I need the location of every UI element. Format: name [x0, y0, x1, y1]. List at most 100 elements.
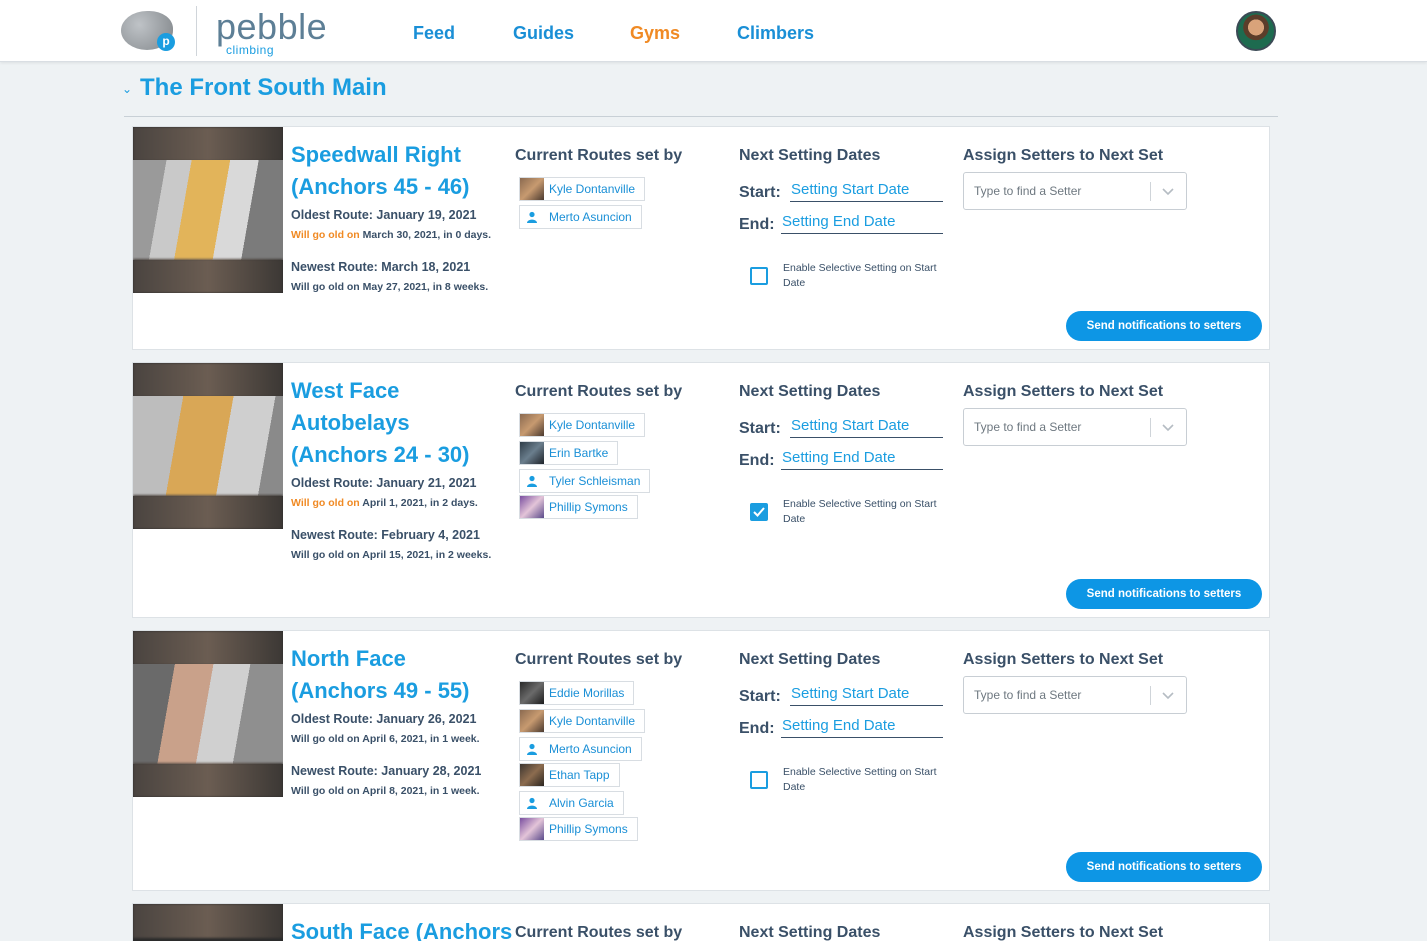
setter-chip[interactable]: Erin Bartke: [519, 441, 619, 465]
current-routes-heading: Current Routes set by: [515, 147, 683, 164]
wall-photo: [133, 363, 283, 529]
person-icon: [520, 206, 544, 228]
gym-header-divider: [124, 116, 1278, 117]
newest-route: Newest Route: January 28, 2021: [291, 764, 482, 778]
next-dates-heading: Next Setting Dates: [739, 651, 881, 668]
setter-photo: [520, 414, 544, 436]
wall-card: Speedwall Right (Anchors 45 - 46) Oldest…: [132, 126, 1270, 350]
start-label: Start:: [739, 184, 781, 201]
wall-name[interactable]: North Face (Anchors 49 - 55): [291, 643, 506, 707]
oldest-route: Oldest Route: January 26, 2021: [291, 712, 477, 726]
setter-search-input[interactable]: [974, 409, 1144, 445]
send-notifications-button[interactable]: Send notifications to setters: [1066, 852, 1262, 882]
wall-photo: [133, 127, 283, 293]
oldest-route-expiry-date: April 1, 2021, in 2 days.: [362, 497, 478, 509]
selective-setting-checkbox[interactable]: [750, 503, 768, 521]
assign-setters-heading: Assign Setters to Next Set: [963, 651, 1164, 668]
end-label: End:: [739, 216, 775, 233]
setter-chip[interactable]: Phillip Symons: [519, 495, 638, 519]
selective-setting-checkbox[interactable]: [750, 267, 768, 285]
person-icon: [520, 470, 544, 492]
current-routes-heading: Current Routes set by: [515, 924, 683, 941]
setter-search-select[interactable]: [963, 676, 1187, 714]
start-date-input[interactable]: [790, 178, 943, 202]
setter-chip[interactable]: Eddie Morillas: [519, 681, 635, 705]
setter-chip[interactable]: Kyle Dontanville: [519, 413, 646, 437]
setter-search-select[interactable]: [963, 408, 1187, 446]
wall-card: North Face (Anchors 49 - 55) Oldest Rout…: [132, 630, 1270, 891]
setter-chip[interactable]: Phillip Symons: [519, 817, 638, 841]
pebble-logo-icon[interactable]: p: [121, 11, 175, 51]
oldest-route-expiry-date: March 30, 2021, in 0 days.: [362, 229, 492, 241]
wall-name[interactable]: Speedwall Right (Anchors 45 - 46): [291, 139, 506, 203]
current-routes-heading: Current Routes set by: [515, 651, 683, 668]
top-navigation-bar: p pebble climbing Feed Guides Gyms Climb…: [0, 0, 1427, 62]
setter-photo: [520, 818, 544, 840]
start-date-input[interactable]: [790, 682, 943, 706]
select-separator: [1150, 418, 1151, 437]
setter-chip[interactable]: Kyle Dontanville: [519, 709, 646, 733]
checkmark-icon: [753, 507, 765, 517]
setter-photo: [520, 682, 544, 704]
send-notifications-button[interactable]: Send notifications to setters: [1066, 579, 1262, 609]
end-date-input[interactable]: [781, 714, 943, 738]
logo-subtitle: climbing: [226, 43, 275, 57]
wall-name[interactable]: South Face (Anchors: [291, 916, 521, 941]
end-label: End:: [739, 452, 775, 469]
oldest-route-expiry: Will go old on April 6, 2021, in 1 week.: [291, 733, 480, 745]
next-dates-heading: Next Setting Dates: [739, 147, 881, 164]
nav-gyms[interactable]: Gyms: [630, 23, 680, 44]
newest-route-expiry: Will go old on May 27, 2021, in 8 weeks.: [291, 281, 489, 293]
setter-chip[interactable]: Tyler Schleisman: [519, 469, 651, 493]
chevron-down-icon[interactable]: [1160, 183, 1176, 199]
logo-wordmark[interactable]: pebble: [216, 7, 327, 47]
newest-route: Newest Route: March 18, 2021: [291, 260, 471, 274]
end-date-input[interactable]: [781, 446, 943, 470]
setter-chip[interactable]: Alvin Garcia: [519, 791, 624, 815]
setter-chip[interactable]: Merto Asuncion: [519, 205, 642, 229]
start-date-input[interactable]: [790, 414, 943, 438]
oldest-route: Oldest Route: January 21, 2021: [291, 476, 477, 490]
assign-setters-heading: Assign Setters to Next Set: [963, 924, 1164, 941]
selective-setting-label: Enable Selective Setting on Start Date: [783, 498, 937, 525]
chevron-down-icon[interactable]: [1160, 419, 1176, 435]
select-separator: [1150, 182, 1151, 201]
select-separator: [1150, 686, 1151, 705]
next-dates-heading: Next Setting Dates: [739, 924, 881, 941]
newest-route-expiry: Will go old on April 15, 2021, in 2 week…: [291, 549, 492, 561]
setter-search-input[interactable]: [974, 677, 1144, 713]
setter-search-select[interactable]: [963, 172, 1187, 210]
start-label: Start:: [739, 688, 781, 705]
newest-route-expiry: Will go old on April 8, 2021, in 1 week.: [291, 785, 480, 797]
send-notifications-button[interactable]: Send notifications to setters: [1066, 311, 1262, 341]
setter-photo: [520, 496, 544, 518]
logo-divider: [196, 6, 197, 56]
setter-chip[interactable]: Kyle Dontanville: [519, 177, 646, 201]
nav-guides[interactable]: Guides: [513, 23, 574, 44]
end-date-input[interactable]: [781, 210, 943, 234]
end-label: End:: [739, 720, 775, 737]
setter-chip[interactable]: Merto Asuncion: [519, 737, 642, 761]
wall-photo: [133, 631, 283, 797]
assign-setters-heading: Assign Setters to Next Set: [963, 383, 1164, 400]
next-dates-heading: Next Setting Dates: [739, 383, 881, 400]
logo-badge: p: [157, 33, 175, 51]
selective-setting-label: Enable Selective Setting on Start Date: [783, 262, 937, 289]
selective-setting-checkbox[interactable]: [750, 771, 768, 789]
assign-setters-heading: Assign Setters to Next Set: [963, 147, 1164, 164]
setter-search-input[interactable]: [974, 173, 1144, 209]
person-icon: [520, 738, 544, 760]
oldest-route: Oldest Route: January 19, 2021: [291, 208, 477, 222]
setter-photo: [520, 178, 544, 200]
gym-title[interactable]: The Front South Main: [140, 74, 387, 102]
current-routes-heading: Current Routes set by: [515, 383, 683, 400]
collapse-chevron-icon[interactable]: ⌄: [122, 82, 132, 96]
wall-name[interactable]: West Face Autobelays (Anchors 24 - 30): [291, 375, 506, 471]
user-avatar[interactable]: [1236, 11, 1276, 51]
nav-climbers[interactable]: Climbers: [737, 23, 814, 44]
setter-chip[interactable]: Ethan Tapp: [519, 763, 620, 787]
wall-card: West Face Autobelays (Anchors 24 - 30) O…: [132, 362, 1270, 618]
nav-feed[interactable]: Feed: [413, 23, 455, 44]
setter-photo: [520, 710, 544, 732]
chevron-down-icon[interactable]: [1160, 687, 1176, 703]
